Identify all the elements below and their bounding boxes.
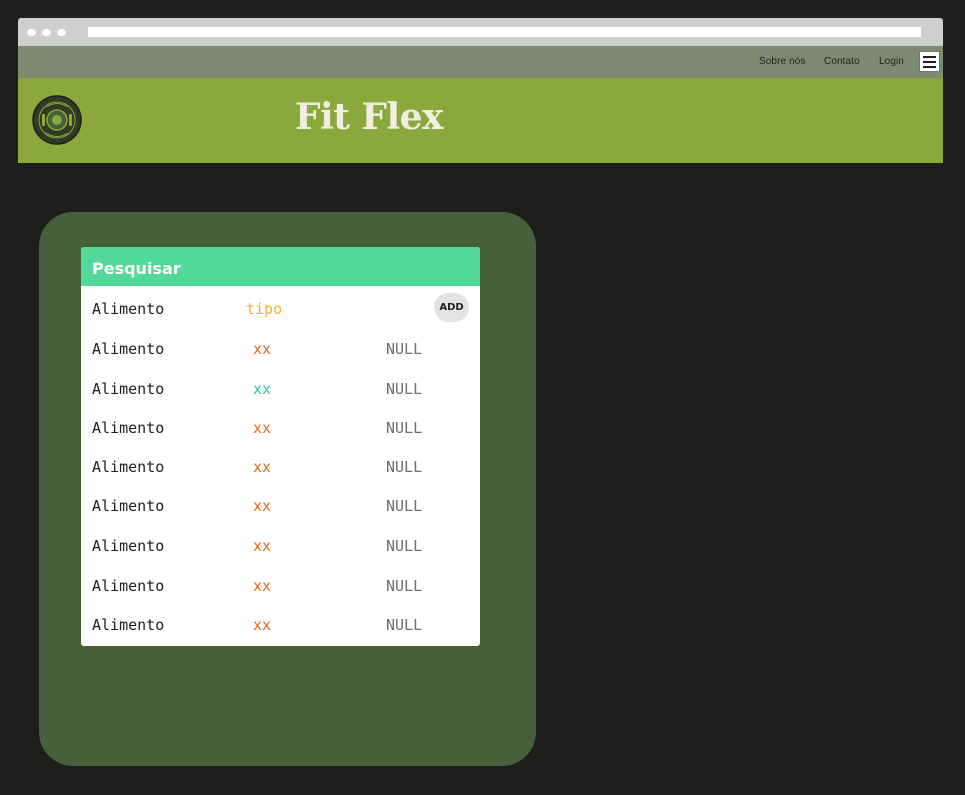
table-row[interactable]: Alimento xx NULL — [81, 566, 480, 605]
food-type-cell: xx — [253, 458, 272, 476]
food-type-cell: xx — [253, 340, 272, 358]
address-bar[interactable] — [88, 27, 921, 37]
food-name-label: Alimento — [92, 300, 165, 318]
food-type-cell: xx — [253, 380, 272, 398]
nav-link-login[interactable]: Login — [879, 56, 904, 67]
window-dot-icon[interactable] — [42, 29, 51, 36]
food-name-cell: Alimento — [92, 616, 165, 634]
table-row[interactable]: Alimento xx NULL — [81, 369, 480, 408]
food-name-cell: Alimento — [92, 537, 165, 555]
type-label: tipo — [246, 300, 283, 318]
food-value-cell: NULL — [386, 577, 423, 595]
top-navigation: Sobre nós Contato Login — [18, 46, 943, 78]
food-value-cell: NULL — [386, 380, 423, 398]
food-type-cell: xx — [253, 537, 272, 555]
food-value-cell: NULL — [386, 616, 423, 634]
table-row[interactable]: Alimento xx NULL — [81, 486, 480, 525]
table-row[interactable]: Alimento xx NULL — [81, 605, 480, 644]
food-type-cell: xx — [253, 419, 272, 437]
nav-link-sobre-nos[interactable]: Sobre nós — [759, 56, 806, 67]
table-row[interactable]: Alimento xx NULL — [81, 329, 480, 368]
food-value-cell: NULL — [386, 458, 423, 476]
table-header-row: Alimento tipo — [81, 289, 480, 328]
table-row[interactable]: Alimento xx NULL — [81, 526, 480, 565]
food-value-cell: NULL — [386, 419, 423, 437]
window-dot-icon[interactable] — [27, 29, 36, 36]
search-bar[interactable]: Pesquisar — [81, 247, 480, 286]
window-dot-icon[interactable] — [57, 29, 66, 36]
food-name-cell: Alimento — [92, 419, 165, 437]
food-value-cell: NULL — [386, 340, 423, 358]
food-search-card: Pesquisar Alimento tipo ADD Alimento xx NU… — [81, 247, 480, 646]
food-type-cell: xx — [253, 577, 272, 595]
add-button[interactable]: ADD — [434, 293, 469, 322]
food-type-cell: xx — [253, 497, 272, 515]
food-name-cell: Alimento — [92, 577, 165, 595]
browser-chrome — [18, 18, 943, 46]
brand-title: Fit Flex — [295, 96, 444, 138]
table-row[interactable]: Alimento xx NULL — [81, 408, 480, 447]
browser-window: Sobre nós Contato Login Fit Flex — [18, 18, 943, 163]
food-name-cell: Alimento — [92, 340, 165, 358]
food-name-cell: Alimento — [92, 380, 165, 398]
site-header: Fit Flex — [18, 78, 943, 163]
fit-flex-logo-icon[interactable] — [32, 95, 82, 145]
search-label: Pesquisar — [92, 259, 181, 278]
food-name-cell: Alimento — [92, 458, 165, 476]
food-value-cell: NULL — [386, 537, 423, 555]
food-name-cell: Alimento — [92, 497, 165, 515]
food-value-cell: NULL — [386, 497, 423, 515]
table-row[interactable]: Alimento xx NULL — [81, 447, 480, 486]
hamburger-menu-icon[interactable] — [919, 51, 940, 72]
nav-link-contato[interactable]: Contato — [824, 56, 860, 67]
food-type-cell: xx — [253, 616, 272, 634]
